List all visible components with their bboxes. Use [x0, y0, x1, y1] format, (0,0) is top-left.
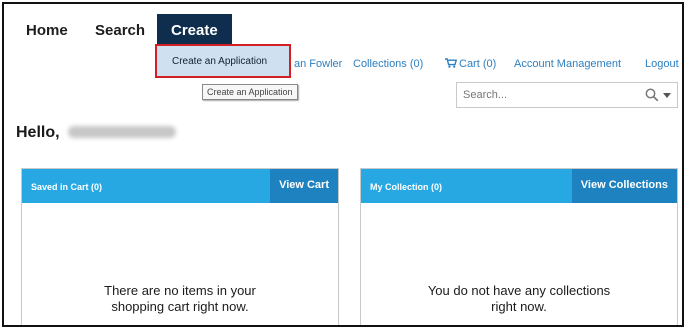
view-collections-button[interactable]: View Collections	[571, 169, 677, 203]
nav-create[interactable]: Create	[157, 14, 232, 48]
create-application-tooltip: Create an Application	[202, 84, 298, 100]
user-name-link[interactable]: an Fowler	[294, 58, 342, 70]
view-cart-button[interactable]: View Cart	[270, 169, 338, 203]
account-management-link[interactable]: Account Management	[514, 58, 621, 70]
chevron-down-icon[interactable]	[663, 93, 671, 98]
logout-link[interactable]: Logout	[645, 58, 679, 70]
search-box	[456, 82, 678, 108]
screenshot-frame: Home Search Create Create an Application…	[2, 2, 684, 327]
create-application-menu-item[interactable]: Create an Application	[155, 44, 291, 78]
nav-search[interactable]: Search	[95, 22, 145, 39]
collection-empty-line-1: You do not have any collections	[427, 283, 611, 298]
blurred-user-name	[67, 126, 176, 138]
collection-panel-header: My Collection (0) View Collections	[361, 169, 677, 203]
search-icon[interactable]	[645, 88, 659, 102]
collections-link[interactable]: Collections (0)	[353, 58, 423, 70]
cart-panel: Saved in Cart (0) View Cart There are no…	[21, 168, 339, 325]
greeting-label: Hello,	[16, 124, 60, 141]
search-input[interactable]	[459, 85, 639, 105]
cart-empty-line-1: There are no items in your	[104, 283, 256, 298]
cart-panel-header: Saved in Cart (0) View Cart	[22, 169, 338, 203]
collection-panel-title: My Collection (0)	[370, 182, 443, 192]
cart-icon	[445, 58, 457, 68]
cart-link-label: Cart (0)	[459, 58, 497, 70]
cart-empty-line-2: shopping cart right now.	[111, 299, 249, 314]
cart-empty-message: There are no items in your shopping cart…	[22, 283, 338, 315]
nav-home[interactable]: Home	[26, 22, 68, 39]
cart-link[interactable]: Cart (0)	[445, 58, 496, 70]
collection-empty-line-2: right now.	[491, 299, 547, 314]
greeting: Hello,	[16, 124, 176, 142]
cart-panel-title: Saved in Cart (0)	[31, 182, 103, 192]
collection-panel: My Collection (0) View Collections You d…	[360, 168, 678, 325]
collection-empty-message: You do not have any collections right no…	[361, 283, 677, 315]
